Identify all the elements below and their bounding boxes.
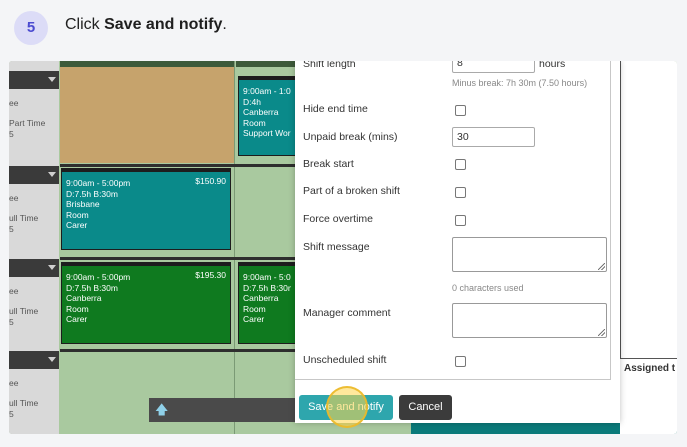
day-gridline xyxy=(234,61,235,434)
chevron-down-icon[interactable] xyxy=(48,357,56,362)
shift-price: $150.90 xyxy=(195,176,226,186)
shift-card[interactable]: $150.90 9:00am - 5:00pm D:7.5h B:30m Bri… xyxy=(61,168,231,250)
right-panel: Assigned t xyxy=(620,61,677,434)
characters-used-hint: 0 characters used xyxy=(452,283,524,293)
manager-comment-label: Manager comment xyxy=(303,307,391,319)
unscheduled-shift-label: Unscheduled shift xyxy=(303,354,387,366)
force-overtime-label: Force overtime xyxy=(303,213,374,225)
break-start-checkbox[interactable] xyxy=(455,159,466,170)
step-prefix: Click xyxy=(65,16,105,33)
row-divider xyxy=(60,257,295,260)
manager-comment-textarea[interactable] xyxy=(452,303,607,338)
staff-hours: 5 xyxy=(9,129,14,139)
shift-message-label: Shift message xyxy=(303,241,370,253)
shift-duration: D:7.5h B:30m xyxy=(66,188,118,199)
staff-hours: 5 xyxy=(9,224,14,234)
row-divider xyxy=(60,349,295,352)
staff-employment: ull Time xyxy=(9,306,39,316)
shift-length-input[interactable]: 8 xyxy=(452,61,535,73)
unscheduled-shift-checkbox[interactable] xyxy=(455,356,466,367)
unpaid-break-label: Unpaid break (mins) xyxy=(303,131,398,143)
shift-price: $195.30 xyxy=(195,270,226,280)
shift-card[interactable]: 9:00am - 1:00p D:4h Canberra Room Suppor… xyxy=(238,76,296,156)
scroll-top-bar: 🡅 xyxy=(149,398,297,422)
step-number-badge: 5 xyxy=(14,11,48,45)
broken-shift-label: Part of a broken shift xyxy=(303,185,400,197)
unpaid-break-input[interactable]: 30 xyxy=(452,127,535,147)
resize-handle-icon[interactable] xyxy=(598,329,605,336)
shift-location: Canberra xyxy=(243,293,279,303)
staff-hours: 5 xyxy=(9,409,14,419)
chevron-down-icon[interactable] xyxy=(48,172,56,177)
break-start-label: Break start xyxy=(303,158,354,170)
minus-break-hint: Minus break: 7h 30m (7.50 hours) xyxy=(452,78,588,88)
staff-hours: 5 xyxy=(9,317,14,327)
row-header[interactable] xyxy=(9,351,59,369)
shift-duration: D:4h xyxy=(243,96,261,107)
staff-employment: ull Time xyxy=(9,213,39,223)
shift-location: Canberra xyxy=(66,293,102,303)
assigned-header: Assigned t xyxy=(620,358,677,380)
hide-end-time-checkbox[interactable] xyxy=(455,105,466,116)
chevron-down-icon[interactable] xyxy=(48,77,56,82)
shift-time: 9:00am - 1:00p xyxy=(243,86,291,96)
step-instruction: Click Save and notify. xyxy=(65,16,227,34)
shift-role: Support Work xyxy=(243,128,291,138)
shift-form: Shift length 8 hours Minus break: 7h 30m… xyxy=(295,61,611,380)
shift-card[interactable]: $195.30 9:00am - 5:00pm D:7.5h B:30m Can… xyxy=(61,262,231,344)
cancel-button[interactable]: Cancel xyxy=(399,395,452,420)
edit-shift-modal: Shift length 8 hours Minus break: 7h 30m… xyxy=(295,61,620,428)
staff-type: ee xyxy=(9,286,19,296)
shift-length-unit: hours xyxy=(539,61,566,70)
staff-type: ee xyxy=(9,98,19,108)
resize-handle-icon[interactable] xyxy=(598,263,605,270)
click-indicator xyxy=(326,386,368,428)
staff-type: ee xyxy=(9,193,19,203)
panel-divider xyxy=(620,61,621,358)
row-header[interactable] xyxy=(9,71,59,89)
screenshot-area: ee Part Time 5 ee ull Time 5 ee ull Time… xyxy=(9,61,677,434)
shift-area: Room xyxy=(66,303,89,314)
shift-duration: D:7.5h B:30m xyxy=(243,282,291,293)
hide-end-time-label: Hide end time xyxy=(303,103,368,115)
staff-column: ee Part Time 5 ee ull Time 5 ee ull Time… xyxy=(9,61,59,434)
shift-length-label: Shift length xyxy=(303,61,356,70)
staff-employment: Part Time xyxy=(9,118,46,128)
staff-type: ee xyxy=(9,378,19,388)
chevron-down-icon[interactable] xyxy=(48,265,56,270)
shift-location: Brisbane xyxy=(66,199,100,209)
row-header[interactable] xyxy=(9,166,59,184)
force-overtime-checkbox[interactable] xyxy=(455,215,466,226)
step-target: Save and notify xyxy=(104,16,223,33)
shift-duration: D:7.5h B:30m xyxy=(66,282,118,293)
shift-role: Carer xyxy=(66,314,88,324)
row-header[interactable] xyxy=(9,259,59,277)
shift-area: Room xyxy=(243,117,266,128)
shift-time: 9:00am - 5:00pm xyxy=(243,272,291,282)
step-header: 5 Click Save and notify. xyxy=(0,0,687,52)
shift-area: Room xyxy=(243,303,266,314)
arrow-up-icon[interactable]: 🡅 xyxy=(155,403,168,417)
row-divider xyxy=(60,164,295,167)
unavailable-block xyxy=(60,67,234,163)
shift-area: Room xyxy=(66,209,89,220)
shift-role: Carer xyxy=(243,314,265,324)
shift-card[interactable]: 9:00am - 5:00pm D:7.5h B:30m Canberra Ro… xyxy=(238,262,296,344)
row-top-strip xyxy=(236,61,296,67)
broken-shift-checkbox[interactable] xyxy=(455,187,466,198)
shift-message-textarea[interactable] xyxy=(452,237,607,272)
shift-role: Carer xyxy=(66,220,88,230)
shift-location: Canberra xyxy=(243,107,279,117)
step-suffix: . xyxy=(222,16,227,33)
staff-employment: ull Time xyxy=(9,398,39,408)
